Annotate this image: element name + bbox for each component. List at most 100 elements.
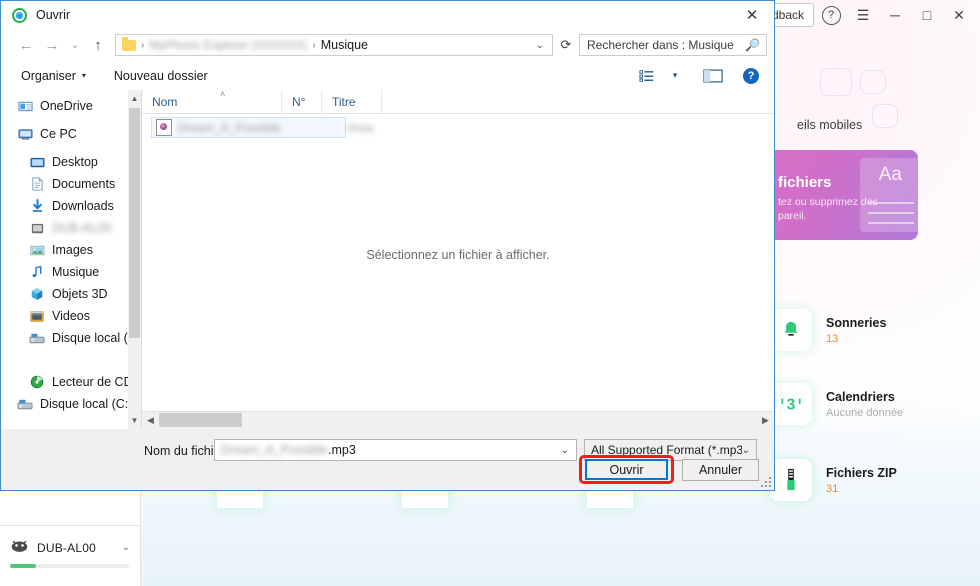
file-name: Dream_A_Possible bbox=[178, 120, 281, 135]
open-file-dialog: ◉ Ouvrir ✕ ← → ⌄ ↑ › MyPhone Explorer (X… bbox=[0, 0, 775, 491]
sidebar-item-disque-local-c[interactable]: Disque local (C:) bbox=[1, 327, 141, 349]
list-item[interactable]: Fichiers ZIP 31 bbox=[770, 452, 980, 508]
sidebar-item-label: Downloads bbox=[52, 199, 114, 213]
scrollbar-thumb[interactable] bbox=[159, 413, 242, 427]
navpane-scrollbar[interactable]: ▲ ▼ bbox=[128, 90, 141, 429]
address-bar[interactable]: › MyPhone Explorer (XXXXXX) › Musique ⌄ bbox=[115, 34, 553, 56]
sidebar-item-images[interactable]: Images bbox=[1, 239, 141, 261]
horizontal-scrollbar[interactable]: ◀ ▶ bbox=[142, 411, 774, 429]
sidebar-item-objets-3d[interactable]: Objets 3D bbox=[1, 283, 141, 305]
zip-icon bbox=[770, 459, 812, 501]
minimize-icon[interactable]: ─ bbox=[880, 1, 910, 29]
sidebar-item-desktop[interactable]: Desktop bbox=[1, 151, 141, 173]
column-header-nom[interactable]: Nom ˄ bbox=[142, 90, 282, 113]
scroll-right-arrow[interactable]: ▶ bbox=[757, 412, 774, 428]
desktop-icon bbox=[29, 154, 45, 170]
close-window-icon[interactable]: ✕ bbox=[944, 1, 974, 29]
device-panel[interactable]: DUB-AL00 ⌄ bbox=[0, 525, 141, 586]
downloads-icon bbox=[29, 198, 45, 214]
chevron-down-icon[interactable]: ⌄ bbox=[122, 542, 130, 553]
sidebar-item-ce-pc[interactable]: Ce PC bbox=[1, 123, 141, 145]
open-button[interactable]: Ouvrir bbox=[585, 459, 668, 480]
up-button[interactable]: ↑ bbox=[85, 32, 111, 58]
sidebar-item-documents[interactable]: Documents bbox=[1, 173, 141, 195]
forward-button[interactable]: → bbox=[39, 32, 65, 58]
objects3d-icon bbox=[29, 286, 45, 302]
search-placeholder: Rechercher dans : Musique bbox=[587, 38, 734, 52]
sidebar-item-label: Musique bbox=[52, 265, 100, 279]
column-header-numero[interactable]: N° bbox=[282, 90, 322, 113]
column-header-titre[interactable]: Titre bbox=[322, 90, 382, 113]
scroll-left-arrow[interactable]: ◀ bbox=[142, 412, 159, 428]
recent-locations-button[interactable]: ⌄ bbox=[65, 32, 85, 58]
mobile-devices-label: eils mobiles bbox=[797, 118, 863, 132]
sidebar-item-label: OneDrive bbox=[40, 99, 93, 113]
music-icon bbox=[29, 264, 45, 280]
sidebar-item-dub-al00[interactable]: DUB-AL00 bbox=[1, 217, 141, 239]
dialog-titlebar: ◉ Ouvrir ✕ bbox=[1, 1, 774, 29]
navigation-pane-items: OneDrive Ce PC Desktop Documents Downloads DU… bbox=[1, 90, 141, 415]
hamburger-menu-icon[interactable]: ☰ bbox=[848, 1, 878, 29]
help-icon[interactable]: ? bbox=[738, 65, 764, 87]
sidebar-item-label: Images bbox=[52, 243, 93, 257]
chevron-down-icon[interactable]: ⌄ bbox=[528, 40, 552, 51]
phone-icon bbox=[29, 220, 45, 236]
search-input[interactable]: Rechercher dans : Musique 🔍 bbox=[579, 34, 767, 56]
dialog-title: Ouvrir bbox=[36, 8, 71, 22]
drive-icon bbox=[29, 330, 45, 346]
chevron-down-icon[interactable]: ⌄ bbox=[742, 445, 750, 456]
android-robot-icon bbox=[10, 538, 29, 557]
view-layout-icon[interactable] bbox=[634, 65, 660, 87]
device-row[interactable]: DUB-AL00 ⌄ bbox=[10, 538, 130, 557]
breadcrumb-redacted[interactable]: MyPhone Explorer (XXXXXX) bbox=[149, 38, 307, 52]
scrollbar-thumb[interactable] bbox=[129, 108, 140, 338]
preview-pane-icon[interactable] bbox=[700, 65, 726, 87]
chevron-down-icon[interactable]: ▾ bbox=[82, 71, 86, 80]
onedrive-icon bbox=[17, 98, 33, 114]
sidebar-item-downloads[interactable]: Downloads bbox=[1, 195, 141, 217]
organiser-button[interactable]: Organiser bbox=[21, 69, 76, 83]
sidebar-item-musique[interactable]: Musique bbox=[1, 261, 141, 283]
new-folder-button[interactable]: Nouveau dossier bbox=[114, 69, 208, 83]
sidebar-item-disque-local-c[interactable]: Disque local (C:) bbox=[1, 393, 141, 415]
table-row[interactable]: Dream_A_Possible bbox=[151, 117, 346, 138]
list-item-count: Aucune donnée bbox=[826, 406, 904, 419]
promo-aa-text: Aa bbox=[878, 164, 902, 185]
scroll-up-arrow[interactable]: ▲ bbox=[128, 90, 141, 107]
images-icon bbox=[29, 242, 45, 258]
sidebar-item-lecteur-de-cd-e[interactable]: Lecteur de CD (E bbox=[1, 371, 141, 393]
list-item-count: 13 bbox=[826, 332, 839, 345]
pc-icon bbox=[17, 126, 33, 142]
close-icon[interactable]: ✕ bbox=[730, 1, 774, 29]
documents-icon bbox=[29, 176, 45, 192]
videos-icon bbox=[29, 308, 45, 324]
breadcrumb-separator: › bbox=[141, 39, 145, 51]
promo-card[interactable]: Aa fichiers tez ou supprimez des pareil. bbox=[768, 150, 918, 240]
app-logo-icon: ◉ bbox=[12, 7, 27, 23]
sidebar-item-videos[interactable]: Videos bbox=[1, 305, 141, 327]
chevron-down-icon[interactable]: ▾ bbox=[662, 65, 688, 87]
scroll-down-arrow[interactable]: ▼ bbox=[128, 412, 141, 429]
sidebar-item-onedrive[interactable]: OneDrive bbox=[1, 95, 141, 117]
help-icon[interactable]: ? bbox=[816, 1, 846, 29]
navigation-bar: ← → ⌄ ↑ › MyPhone Explorer (XXXXXX) › Mu… bbox=[1, 29, 774, 61]
chevron-down-icon[interactable]: ⌄ bbox=[561, 445, 569, 456]
bell-icon bbox=[770, 309, 812, 351]
sidebar-item-label: Objets 3D bbox=[52, 287, 108, 301]
folder-icon bbox=[122, 36, 136, 51]
maximize-icon[interactable]: □ bbox=[912, 1, 942, 29]
back-button[interactable]: ← bbox=[13, 32, 39, 58]
breadcrumb-current[interactable]: Musique bbox=[321, 38, 368, 52]
column-label: Nom bbox=[152, 94, 178, 109]
promo-subtitle: tez ou supprimez des pareil. bbox=[778, 196, 878, 223]
filename-value: Dream_A_Possible .mp3 bbox=[221, 443, 356, 457]
refresh-icon[interactable]: ⟳ bbox=[553, 32, 579, 58]
list-item[interactable]: 3 Calendriers Aucune donnée bbox=[770, 376, 980, 432]
filename-input[interactable]: Dream_A_Possible .mp3 ⌄ bbox=[214, 439, 577, 461]
file-list-pane: Nom ˄ N° Titre Dream_A_Possible Drea Sél… bbox=[142, 90, 774, 429]
cancel-button[interactable]: Annuler bbox=[682, 459, 759, 481]
ghost-tile-2 bbox=[860, 70, 886, 94]
list-item[interactable]: Sonneries 13 bbox=[770, 302, 980, 358]
storage-progress-bar bbox=[10, 564, 129, 568]
resize-grip[interactable] bbox=[761, 477, 771, 487]
